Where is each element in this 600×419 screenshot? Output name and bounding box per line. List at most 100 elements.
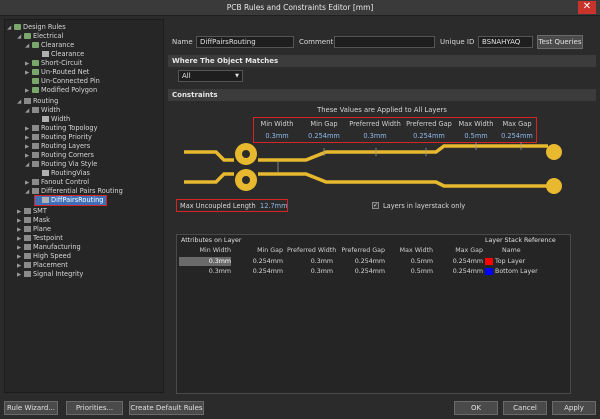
layer-color-swatch [485, 268, 493, 275]
expand-arrow-icon[interactable]: ◢ [7, 24, 14, 33]
close-button[interactable]: ✕ [578, 1, 596, 14]
tree-item-manufacturing[interactable]: ▶ Manufacturing [17, 243, 81, 252]
constraint-value[interactable]: 0.254mm [500, 132, 534, 140]
tree-item-label: Width [51, 115, 71, 123]
rule-icon [32, 188, 39, 194]
expand-arrow-icon[interactable]: ▶ [25, 87, 32, 96]
create-default-rules-button[interactable]: Create Default Rules [129, 401, 204, 415]
tree-item-routingvias[interactable]: RoutingVias [35, 169, 90, 178]
tree-item-placement[interactable]: ▶ Placement [17, 261, 68, 270]
tree-item-clearance[interactable]: ◢ Clearance [25, 41, 74, 50]
tree-item-diffpairsrouting[interactable]: DiffPairsRouting [33, 195, 108, 206]
attribute-cell[interactable]: 0.5mm [387, 267, 433, 276]
tree-item-electrical[interactable]: ◢ Electrical [17, 32, 63, 41]
pad-top-right [546, 144, 562, 160]
tree-item-fanout-control[interactable]: ▶ Fanout Control [25, 178, 89, 187]
tree-item-routing-topology[interactable]: ▶ Routing Topology [25, 124, 98, 133]
tree-item-design-rules[interactable]: ◢ Design Rules [7, 23, 66, 32]
window-title: PCB Rules and Constraints Editor [mm] [226, 3, 374, 12]
tree-item-label: Un-Routed Net [41, 68, 90, 76]
tree-item-routing-layers[interactable]: ▶ Routing Layers [25, 142, 90, 151]
tree-item-clearance[interactable]: Clearance [35, 50, 84, 59]
tree-item-label: Routing Via Style [41, 160, 98, 168]
attribute-cell[interactable]: 0.254mm [435, 257, 483, 266]
constraint-value[interactable]: 0.5mm [455, 132, 497, 140]
attribute-cell[interactable]: 0.254mm [235, 257, 283, 266]
rule-icon [24, 33, 31, 39]
expand-arrow-icon[interactable]: ◢ [17, 33, 24, 42]
comment-input[interactable] [334, 36, 435, 48]
tree-item-signal-integrity[interactable]: ▶ Signal Integrity [17, 270, 83, 279]
tree-item-routing-priority[interactable]: ▶ Routing Priority [25, 133, 92, 142]
tree-item-width[interactable]: ◢ Width [25, 106, 60, 115]
ok-button[interactable]: OK [454, 401, 498, 415]
tree-item-high-speed[interactable]: ▶ High Speed [17, 252, 71, 261]
attributes-column-header: Max Width [399, 247, 433, 254]
constraints-section-header: Constraints [168, 89, 596, 101]
tree-item-smt[interactable]: ▶ SMT [17, 207, 47, 216]
max-uncoupled-label: Max Uncoupled Length [180, 202, 256, 210]
tree-item-un-routed-net[interactable]: ▶ Un-Routed Net [25, 68, 89, 77]
expand-arrow-icon[interactable]: ▶ [17, 271, 24, 280]
cancel-button[interactable]: Cancel [503, 401, 547, 415]
constraint-value[interactable]: 0.254mm [304, 132, 344, 140]
tree-item-un-connected-pin[interactable]: Un-Connected Pin [25, 77, 100, 86]
rule-icon [32, 134, 39, 140]
layers-in-stack-checkbox[interactable]: ✓ [372, 202, 379, 209]
tree-item-mask[interactable]: ▶ Mask [17, 216, 50, 225]
constraint-value[interactable]: 0.254mm [406, 132, 452, 140]
attribute-cell[interactable]: 0.3mm [179, 257, 231, 266]
comment-label: Comment [299, 38, 334, 46]
constraint-header: Preferred Width [349, 120, 401, 128]
rule-wizard-button[interactable]: Rule Wizard... [4, 401, 58, 415]
attribute-cell[interactable]: 0.3mm [287, 257, 333, 266]
constraint-value[interactable]: 0.3mm [346, 132, 404, 140]
tree-item-label: Plane [33, 225, 52, 233]
tree-item-differential-pairs-routing[interactable]: ◢ Differential Pairs Routing [25, 187, 123, 196]
rules-tree[interactable]: ◢ Design Rules ◢ Electrical ◢ Clearance Cleara… [4, 19, 164, 393]
test-queries-button[interactable]: Test Queries [537, 35, 583, 49]
rule-icon [42, 170, 49, 176]
constraint-header: Min Width [260, 120, 294, 128]
expand-arrow-icon[interactable]: ◢ [17, 98, 24, 107]
rule-icon [24, 271, 31, 277]
trace-top-main [258, 144, 548, 162]
rule-icon [32, 69, 39, 75]
name-input[interactable]: DiffPairsRouting [196, 36, 294, 48]
tree-item-label: Placement [33, 261, 68, 269]
via-top-hole [242, 150, 250, 158]
rule-icon [32, 152, 39, 158]
attribute-cell[interactable]: 0.3mm [179, 267, 231, 276]
attribute-cell[interactable]: 0.254mm [435, 267, 483, 276]
max-uncoupled-value[interactable]: 12.7mm [260, 202, 288, 210]
tree-item-label: Short-Circuit [41, 59, 83, 67]
expand-arrow-icon[interactable]: ◢ [25, 107, 32, 116]
attribute-cell[interactable]: 0.254mm [335, 257, 385, 266]
expand-arrow-icon[interactable]: ◢ [25, 161, 32, 170]
tree-item-testpoint[interactable]: ▶ Testpoint [17, 234, 63, 243]
attribute-cell[interactable]: 0.254mm [335, 267, 385, 276]
tree-item-label: Design Rules [23, 23, 66, 31]
constraint-header: Min Gap [310, 120, 338, 128]
attribute-cell[interactable]: 0.254mm [235, 267, 283, 276]
priorities-button[interactable]: Priorities... [66, 401, 123, 415]
attribute-cell[interactable]: 0.3mm [287, 267, 333, 276]
rule-icon [32, 87, 39, 93]
where-dropdown[interactable]: All ▼ [178, 70, 243, 82]
tree-item-short-circuit[interactable]: ▶ Short-Circuit [25, 59, 82, 68]
tree-item-routing-via-style[interactable]: ◢ Routing Via Style [25, 160, 97, 169]
name-label: Name [172, 38, 193, 46]
expand-arrow-icon[interactable]: ◢ [25, 42, 32, 51]
rule-icon [24, 217, 31, 223]
unique-id-input[interactable]: BSNAHYAQ [478, 36, 533, 48]
tree-item-plane[interactable]: ▶ Plane [17, 225, 51, 234]
constraint-value[interactable]: 0.3mm [257, 132, 297, 140]
tree-item-routing-corners[interactable]: ▶ Routing Corners [25, 151, 94, 160]
tree-item-modified-polygon[interactable]: ▶ Modified Polygon [25, 86, 97, 95]
tree-item-label: Routing Topology [41, 124, 98, 132]
apply-button[interactable]: Apply [552, 401, 596, 415]
tree-item-width[interactable]: Width [35, 115, 70, 124]
attribute-cell[interactable]: 0.5mm [387, 257, 433, 266]
tree-item-routing[interactable]: ◢ Routing [17, 97, 58, 106]
expand-arrow-icon[interactable]: ◢ [25, 188, 32, 197]
